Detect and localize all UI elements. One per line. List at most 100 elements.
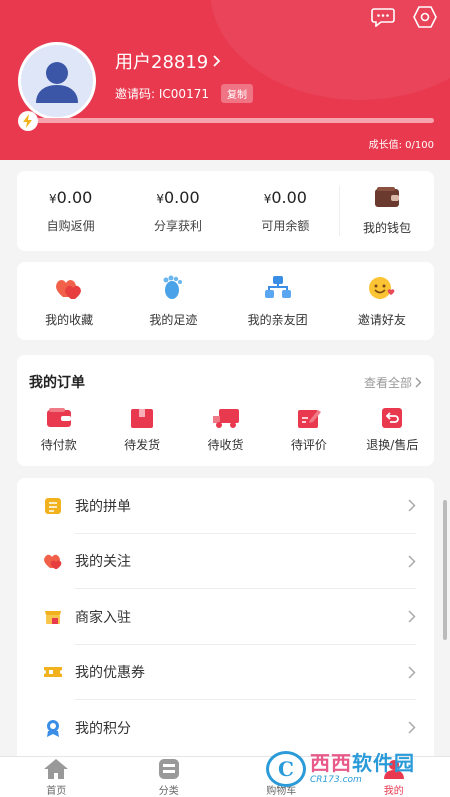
pending-receipt-button[interactable]: 待收货: [184, 406, 267, 453]
watermark-main-b: 软件园: [352, 752, 415, 775]
growth-value: 成长值: 0/100: [368, 140, 434, 151]
username-text: 用户28819: [115, 52, 209, 73]
order-status-label: 退换/售后: [366, 438, 419, 452]
quick-label: 我的亲友团: [247, 312, 308, 327]
amount-value: 0.00: [164, 188, 200, 207]
balance-amount: ¥0.00: [17, 188, 124, 207]
amount-value: 0.00: [56, 188, 93, 207]
watermark-main-a: 西西: [310, 752, 352, 775]
menu-item-follows[interactable]: 我的关注: [17, 534, 434, 590]
watermark-logo: C 西西软件园 CR173.com: [266, 748, 436, 790]
header-actions: [370, 6, 438, 28]
order-status-label: 待收货: [207, 438, 244, 452]
amount-value: 0.00: [271, 188, 307, 207]
menu-list: 我的拼单 我的关注 商家入驻 我的优惠券 我的积分: [17, 478, 434, 756]
coupon-icon: [44, 667, 62, 678]
invite-label: 邀请码:: [115, 87, 156, 101]
wallet-button[interactable]: 我的钱包: [338, 186, 434, 236]
watermark-sub: CR173.com: [310, 774, 362, 785]
wallet-pay-icon: [46, 408, 71, 427]
settings-icon[interactable]: [412, 6, 438, 28]
package-icon: [131, 409, 154, 428]
group-icon: [264, 275, 291, 298]
category-icon: [158, 758, 179, 779]
orders-title: 我的订单: [29, 375, 85, 391]
tab-home[interactable]: 首页: [0, 757, 113, 797]
pending-shipment-button[interactable]: 待发货: [100, 406, 183, 453]
menu-item-label: 我的关注: [75, 554, 131, 571]
review-icon: [297, 410, 321, 428]
order-status-row: 待付款 待发货 待收货 待评价 退换/售后: [17, 406, 434, 453]
footprint-button[interactable]: 我的足迹: [121, 275, 225, 328]
favorites-button[interactable]: 我的收藏: [17, 275, 121, 328]
chevron-right-icon: [408, 610, 416, 623]
return-icon: [382, 408, 403, 428]
home-icon: [44, 758, 69, 779]
avatar[interactable]: [18, 42, 96, 120]
balance-card: ¥0.00 自购返佣 ¥0.00 分享获利 ¥0.00 可用余额 我的钱包: [17, 171, 434, 251]
watermark-text: 西西软件园 CR173.com: [310, 754, 415, 785]
invite-code-text: 邀请码: IC00171: [115, 85, 209, 102]
order-status-label: 待付款: [40, 438, 77, 452]
menu-item-label: 我的优惠券: [75, 665, 145, 682]
quick-label: 我的足迹: [149, 312, 198, 327]
tab-category[interactable]: 分类: [113, 757, 226, 797]
group-order-icon: [45, 497, 61, 514]
tab-label: 分类: [158, 785, 179, 797]
chevron-right-icon: [408, 666, 416, 679]
family-group-button[interactable]: 我的亲友团: [226, 275, 330, 328]
lightning-icon: [18, 111, 38, 131]
balance-label: 分享获利: [153, 219, 202, 233]
message-icon[interactable]: [370, 6, 396, 28]
profile-header: 用户28819 邀请码: IC00171 复制 成长值: 0/100: [0, 0, 450, 160]
view-all-label: 查看全部: [363, 375, 412, 390]
watermark-icon: C: [266, 751, 306, 787]
watermark-main: 西西软件园: [310, 754, 415, 774]
balance-amount: ¥0.00: [124, 188, 231, 207]
follow-icon: [44, 555, 62, 570]
menu-item-label: 我的积分: [75, 720, 131, 737]
menu-item-group-orders[interactable]: 我的拼单: [17, 478, 434, 534]
tab-label: 首页: [46, 785, 67, 797]
chevron-right-icon: [415, 377, 422, 387]
invite-code: IC00171: [158, 87, 209, 101]
hearts-icon: [56, 279, 82, 299]
smile-icon: [368, 276, 395, 299]
quick-label: 我的收藏: [45, 312, 94, 327]
wallet-label: 我的钱包: [362, 221, 411, 235]
invite-friends-button[interactable]: 邀请好友: [330, 275, 434, 328]
currency-symbol: ¥: [156, 192, 164, 206]
pending-payment-button[interactable]: 待付款: [17, 406, 100, 453]
wallet-icon: [374, 187, 399, 207]
menu-item-label: 商家入驻: [75, 609, 131, 626]
returns-button[interactable]: 退换/售后: [351, 406, 434, 453]
pending-review-button[interactable]: 待评价: [267, 406, 350, 453]
balance-label: 自购返佣: [46, 219, 95, 233]
order-status-label: 待发货: [124, 438, 161, 452]
copy-button[interactable]: 复制: [220, 84, 253, 103]
menu-item-label: 我的拼单: [75, 498, 131, 515]
balance-share-profit[interactable]: ¥0.00 分享获利: [124, 188, 231, 234]
view-all-orders-link[interactable]: 查看全部: [364, 374, 422, 391]
growth-progress-bar: [22, 118, 434, 123]
points-icon: [47, 719, 59, 737]
truck-icon: [212, 409, 239, 428]
balance-rebate[interactable]: ¥0.00 自购返佣: [17, 188, 124, 234]
invite-code-row: 邀请码: IC00171 复制: [115, 84, 253, 103]
order-status-label: 待评价: [290, 438, 327, 452]
currency-symbol: ¥: [49, 192, 57, 206]
chevron-right-icon: [408, 499, 416, 512]
menu-item-coupons[interactable]: 我的优惠券: [17, 645, 434, 701]
orders-card: 我的订单 查看全部 待付款 待发货 待收货 待评价 退换/售后: [17, 355, 434, 466]
balance-available[interactable]: ¥0.00 可用余额: [232, 188, 339, 234]
scrollbar[interactable]: [443, 500, 447, 640]
user-avatar-icon: [36, 62, 78, 103]
balance-label: 可用余额: [261, 219, 310, 233]
chevron-right-icon: [213, 55, 221, 67]
footprint-icon: [163, 275, 183, 299]
chevron-right-icon: [408, 721, 416, 734]
menu-item-merchant-join[interactable]: 商家入驻: [17, 589, 434, 645]
quick-links-card: 我的收藏 我的足迹 我的亲友团 邀请好友: [17, 262, 434, 340]
username[interactable]: 用户28819: [115, 48, 222, 74]
quick-label: 邀请好友: [357, 312, 406, 327]
